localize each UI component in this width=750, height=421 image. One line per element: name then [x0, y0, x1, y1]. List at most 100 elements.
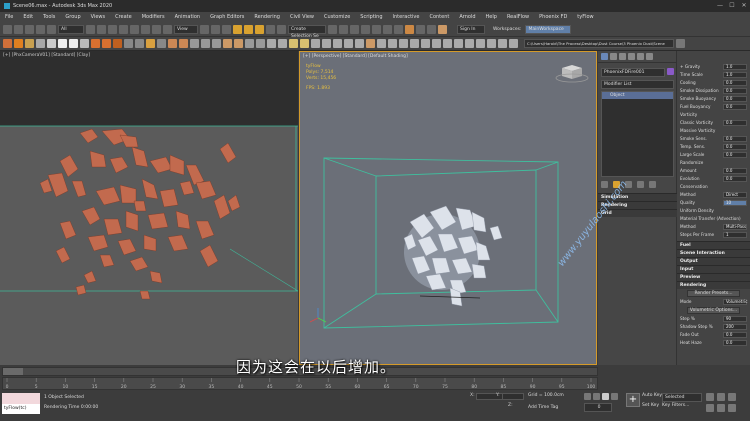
schematic-view-icon[interactable] — [394, 25, 403, 34]
pivot-center-icon[interactable] — [200, 25, 209, 34]
utilities-tab-icon[interactable] — [646, 53, 653, 60]
start-icon[interactable] — [58, 39, 67, 48]
tool-icon[interactable] — [245, 39, 254, 48]
minimize-button[interactable]: — — [716, 2, 724, 9]
tool-icon[interactable] — [168, 39, 177, 48]
rollout-input[interactable]: Input — [677, 265, 750, 273]
move-icon[interactable] — [130, 25, 139, 34]
rollout-output[interactable]: Output — [677, 257, 750, 265]
configure-modifier-sets-icon[interactable] — [649, 181, 656, 188]
tool-icon[interactable] — [388, 39, 397, 48]
menu-edit[interactable]: Edit — [18, 12, 38, 23]
tool-icon[interactable] — [366, 39, 375, 48]
param-value[interactable]: Multi-Pass — [723, 224, 747, 230]
rotate-icon[interactable] — [141, 25, 150, 34]
source-icon[interactable] — [47, 39, 56, 48]
next-frame-icon[interactable] — [611, 393, 618, 400]
param-value[interactable]: 0.0 — [723, 96, 747, 102]
tool-icon[interactable] — [454, 39, 463, 48]
tool-icon[interactable] — [344, 39, 353, 48]
folder-icon[interactable] — [676, 39, 685, 48]
perspective-viewport[interactable]: [+] [Perspective] [Standard] [Default Sh… — [299, 51, 597, 365]
param-value[interactable]: 0.0 — [723, 152, 747, 158]
particle-icon[interactable] — [102, 39, 111, 48]
project-path-field[interactable]: C:\Users\Harold\The Process\Desktop\Dust… — [524, 39, 674, 48]
menu-create[interactable]: Create — [110, 12, 137, 23]
percent-snap-icon[interactable] — [255, 25, 264, 34]
modifier-stack[interactable]: Object — [601, 91, 674, 177]
key-selection-dropdown[interactable]: Selected — [662, 393, 702, 402]
menu-scripting[interactable]: Scripting — [355, 12, 387, 23]
select-by-name-icon[interactable] — [97, 25, 106, 34]
param-value[interactable]: Volumetric — [723, 299, 747, 305]
menu-arnold[interactable]: Arnold — [454, 12, 480, 23]
tool-icon[interactable] — [300, 39, 309, 48]
object-name-field[interactable]: PhoenixFDFire001 — [601, 68, 665, 77]
tool-icon[interactable] — [135, 39, 144, 48]
rollout-scene-interaction[interactable]: Scene Interaction — [677, 249, 750, 257]
tool-icon[interactable] — [267, 39, 276, 48]
tool-icon[interactable] — [465, 39, 474, 48]
play-icon[interactable] — [602, 393, 609, 400]
param-value[interactable]: 1.0 — [723, 64, 747, 70]
curve-editor-icon[interactable] — [383, 25, 392, 34]
menu-rendering[interactable]: Rendering — [249, 12, 285, 23]
resume-icon[interactable] — [80, 39, 89, 48]
select-manipulate-icon[interactable] — [211, 25, 220, 34]
param-value[interactable]: Direct — [723, 192, 747, 198]
angle-snap-icon[interactable] — [244, 25, 253, 34]
param-value[interactable]: 0.0 — [723, 168, 747, 174]
helper-icon[interactable] — [91, 39, 100, 48]
link-icon[interactable] — [25, 25, 34, 34]
menu-tyflow[interactable]: tyFlow — [572, 12, 598, 23]
menu-graph-editors[interactable]: Graph Editors — [205, 12, 249, 23]
uniform-density-checkbox[interactable]: Uniform Density — [677, 207, 750, 215]
param-value[interactable]: 200 — [723, 324, 747, 330]
tool-icon[interactable] — [201, 39, 210, 48]
pan-icon[interactable] — [717, 404, 725, 412]
zoom-all-icon[interactable] — [717, 393, 725, 401]
rendered-frame-window-icon[interactable] — [427, 25, 436, 34]
menu-interactive[interactable]: Interactive — [388, 12, 425, 23]
tool-icon[interactable] — [333, 39, 342, 48]
param-value[interactable]: 0.0 — [723, 104, 747, 110]
zoom-extents-icon[interactable] — [728, 393, 736, 401]
add-time-tag-button[interactable]: Add Time Tag — [528, 405, 558, 410]
material-editor-icon[interactable] — [405, 25, 414, 34]
keyboard-shortcut-icon[interactable] — [222, 25, 231, 34]
rollout-fuel[interactable]: Fuel — [677, 241, 750, 249]
current-frame-field[interactable]: 0 — [584, 403, 612, 412]
reference-coordinate-dropdown[interactable]: View — [174, 25, 198, 34]
tool-icon[interactable] — [311, 39, 320, 48]
smoke-icon[interactable] — [36, 39, 45, 48]
tool-icon[interactable] — [124, 39, 133, 48]
set-key-icon[interactable]: + — [626, 393, 640, 407]
tool-icon[interactable] — [256, 39, 265, 48]
workspace-dropdown[interactable]: MainWorkspace — [525, 25, 572, 34]
menu-civil-view[interactable]: Civil View — [285, 12, 319, 23]
modify-tab-icon[interactable] — [610, 53, 617, 60]
maximize-button[interactable]: ☐ — [728, 2, 736, 9]
tool-icon[interactable] — [410, 39, 419, 48]
toggle-scene-explorer-icon[interactable] — [350, 25, 359, 34]
set-key-button[interactable]: Set Key — [642, 403, 659, 408]
tool-icon[interactable] — [278, 39, 287, 48]
tool-icon[interactable] — [476, 39, 485, 48]
unlink-icon[interactable] — [36, 25, 45, 34]
selection-filter-dropdown[interactable]: All — [58, 25, 84, 34]
tool-icon[interactable] — [498, 39, 507, 48]
tool-icon[interactable] — [421, 39, 430, 48]
bind-space-warp-icon[interactable] — [47, 25, 56, 34]
mirror-icon[interactable] — [328, 25, 337, 34]
scale-icon[interactable] — [152, 25, 161, 34]
tool-icon[interactable] — [289, 39, 298, 48]
menu-phoenix-fd[interactable]: Phoenix FD — [534, 12, 572, 23]
sign-in-button[interactable]: Sign In — [457, 25, 485, 34]
zoom-icon[interactable] — [706, 393, 714, 401]
timeline-track[interactable]: 0 5 10 15 20 25 30 35 40 45 50 55 60 65 70 75 80 85 90 95 10… — [2, 377, 598, 390]
menu-views[interactable]: Views — [86, 12, 110, 23]
undo-icon[interactable] — [3, 25, 12, 34]
close-button[interactable]: ✕ — [740, 2, 748, 9]
tool-icon[interactable] — [432, 39, 441, 48]
ribbon-icon[interactable] — [372, 25, 381, 34]
